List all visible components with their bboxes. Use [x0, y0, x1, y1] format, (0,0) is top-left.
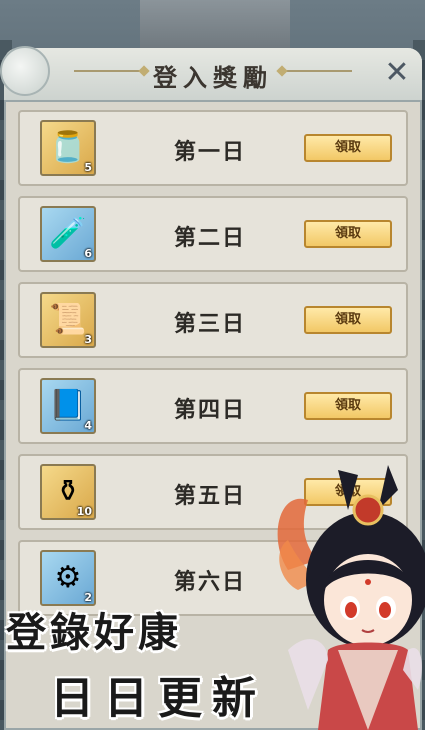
reward-item-slot[interactable]: 📜 3 — [40, 292, 96, 348]
claim-button[interactable]: 領取 — [304, 134, 392, 162]
reward-row-day3: 📜 3 第三日 領取 — [18, 282, 408, 358]
reward-row-day1: 🫙 5 第一日 領取 — [18, 110, 408, 186]
item-quantity: 6 — [84, 247, 92, 260]
day-label: 第四日 — [173, 397, 246, 423]
reward-item-slot[interactable]: ⚙ 2 — [40, 550, 96, 606]
item-quantity: 5 — [84, 161, 92, 174]
title-ornament-right — [282, 70, 352, 72]
claim-button[interactable]: 領取 — [304, 306, 392, 334]
reward-row-day2: 🧪 6 第二日 領取 — [18, 196, 408, 272]
item-quantity: 4 — [84, 419, 92, 432]
claim-button[interactable]: 領取 — [304, 220, 392, 248]
reward-row-day4: 📘 4 第四日 領取 — [18, 368, 408, 444]
day-label: 第二日 — [173, 225, 246, 251]
reward-item-slot[interactable]: 📘 4 — [40, 378, 96, 434]
day-label: 第六日 — [173, 569, 246, 595]
claim-button[interactable]: 領取 — [304, 392, 392, 420]
mascot-character — [277, 465, 425, 730]
day-label: 第一日 — [173, 139, 246, 165]
banner-line-1: 登錄好康 — [6, 609, 182, 656]
panel-header: 登入獎勵 ✕ — [0, 46, 422, 102]
reward-item-slot[interactable]: ⚱ 10 — [40, 464, 96, 520]
reward-item-slot[interactable]: 🧪 6 — [40, 206, 96, 262]
promo-banner: 登錄好康 日日更新 — [6, 600, 306, 730]
item-quantity: 10 — [76, 505, 92, 518]
day-label: 第三日 — [173, 311, 246, 337]
item-quantity: 3 — [84, 333, 92, 346]
banner-line-2: 日日更新 — [50, 673, 266, 724]
panel-title: 登入獎勵 — [153, 63, 273, 92]
close-icon[interactable]: ✕ — [382, 58, 412, 88]
reward-item-slot[interactable]: 🫙 5 — [40, 120, 96, 176]
background-building — [140, 0, 290, 53]
day-label: 第五日 — [173, 483, 246, 509]
